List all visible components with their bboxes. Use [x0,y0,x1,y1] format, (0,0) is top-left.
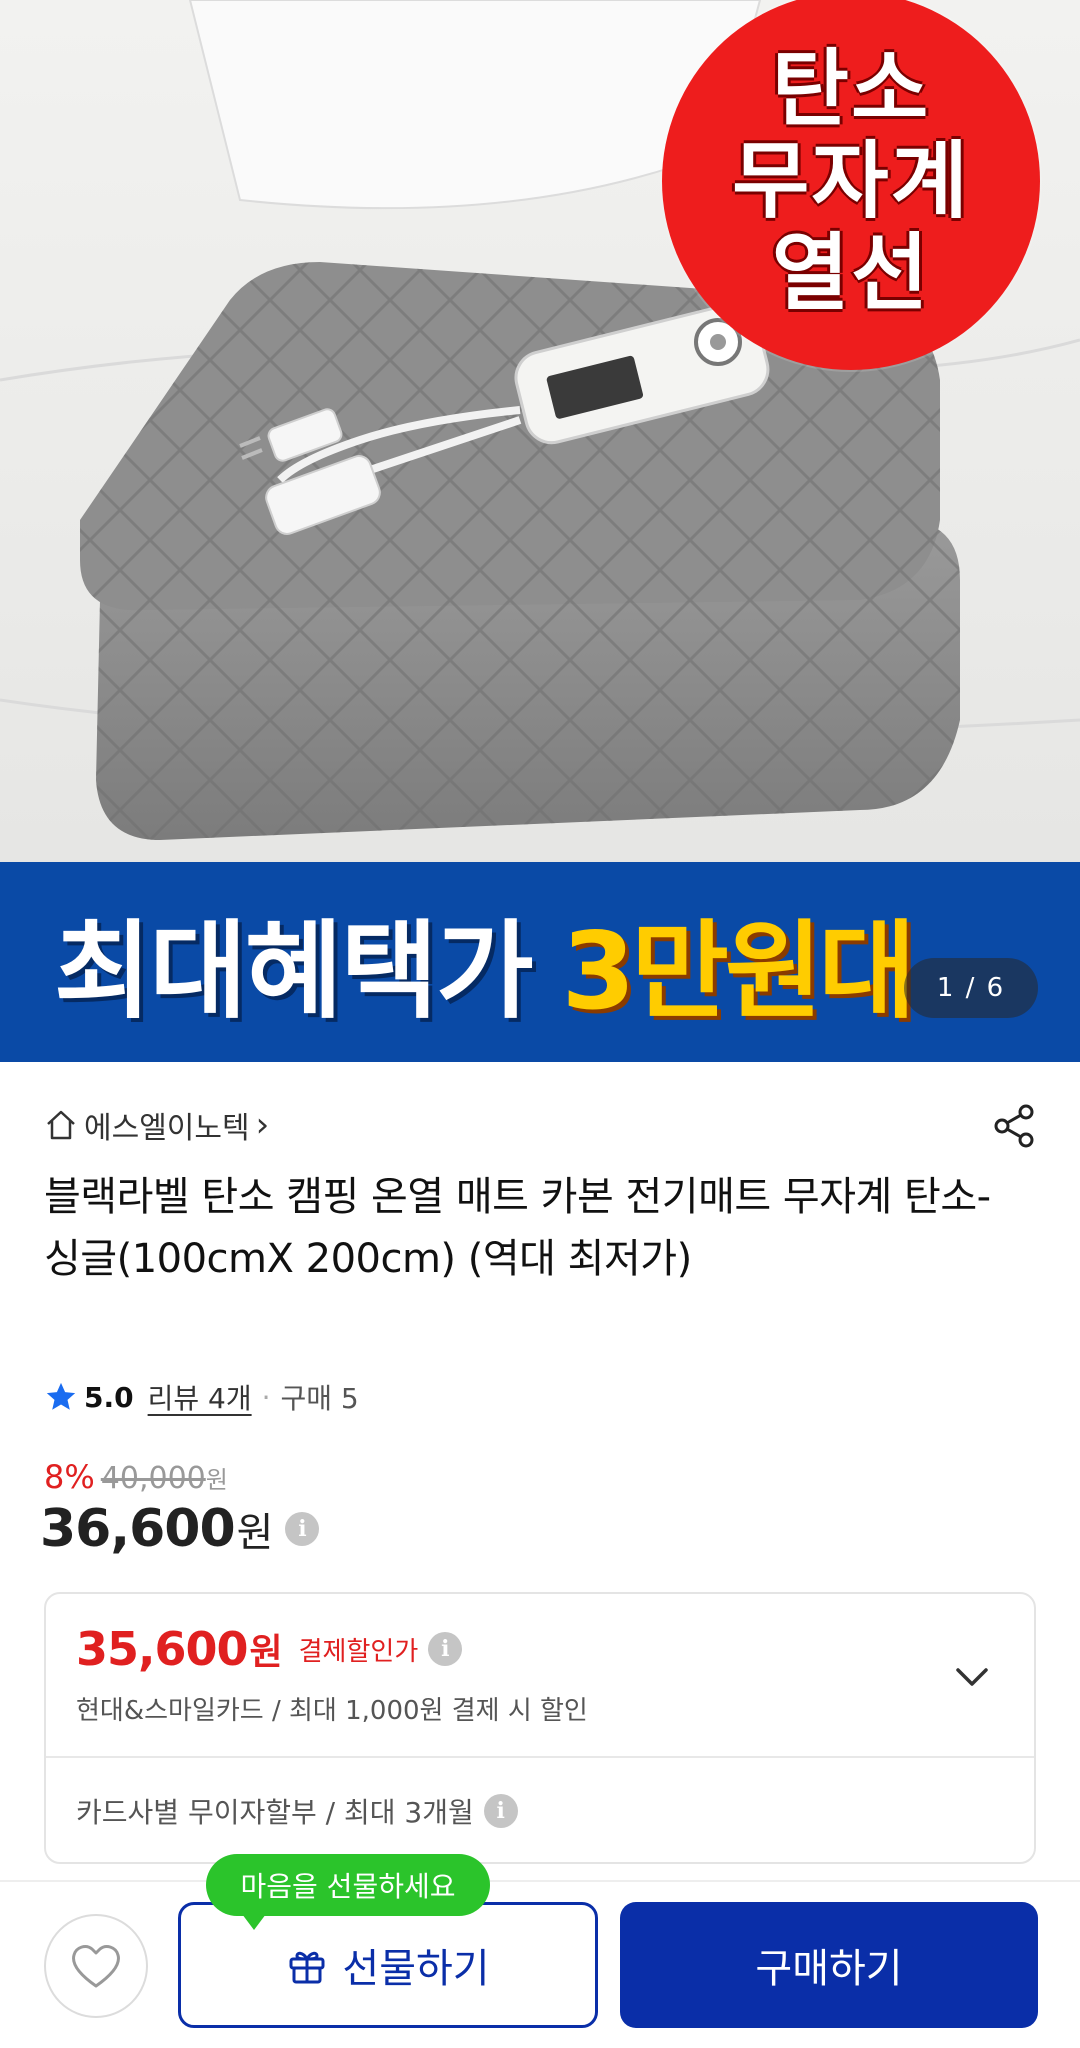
promo-banner-highlight: 3만원대 [561,910,916,1033]
info-icon[interactable]: i [483,1794,518,1828]
gift-button-label: 선물하기 [342,1946,490,1992]
wishlist-button[interactable] [44,1914,148,2018]
chevron-right-icon: › [255,1105,270,1145]
home-icon [47,1110,75,1140]
action-bar-divider [0,1880,1080,1882]
heart-icon [72,1945,120,1988]
promo-banner-text: 최대혜택가 [54,910,534,1033]
rating-row: 5.0 리뷰 4개 · 구매 5 [44,1374,359,1420]
product-title: 블랙라벨 탄소 캠핑 온열 매트 카본 전기매트 무자계 탄소-싱글(100cm… [44,1174,991,1282]
original-price-row: 8% 40,000 원 [44,1458,228,1498]
buy-button[interactable]: 구매하기 [620,1902,1038,2028]
gift-icon [289,1951,325,1984]
product-image-carousel[interactable]: 탄소 무자계 열선 최대혜택가 3만원대 1 / 6 [0,0,1080,1062]
installment-description: 카드사별 무이자할부 / 최대 3개월 [76,1796,474,1829]
info-icon[interactable]: i [428,1632,463,1666]
card-discount-description: 현대&스마일카드 / 최대 1,000원 결제 시 할인 [76,1696,588,1726]
share-button[interactable] [988,1100,1040,1152]
review-count-link[interactable]: 리뷰 4개 [148,1377,252,1417]
separator-dot: · [261,1380,271,1414]
original-price-unit: 원 [205,1466,228,1494]
promo-badge-line: 열선 [771,224,931,322]
payment-discount-label: 결제할인가 [298,1636,419,1667]
purchase-count: 구매 5 [280,1382,359,1415]
installment-section: 카드사별 무이자할부 / 최대 3개월 i [46,1758,1034,1864]
gift-button[interactable]: 선물하기 [178,1902,598,2028]
share-icon [994,1104,1034,1148]
info-icon[interactable]: i [285,1512,320,1546]
seller-row: 에스엘이노텍 › [44,1100,1040,1150]
rating-score: 5.0 [84,1380,134,1414]
carousel-page-indicator: 1 / 6 [904,958,1038,1018]
gift-tooltip: 마음을 선물하세요 [206,1854,490,1930]
chevron-down-icon[interactable] [950,1654,994,1698]
sale-price: 36,600 [40,1499,236,1559]
sale-price-row: 36,600 원 i [40,1494,320,1564]
payment-benefit-card: 35,600 원 결제할인가 i 현대&스마일카드 / 최대 1,000원 결제… [44,1592,1036,1864]
original-price: 40,000 [100,1461,206,1496]
payment-discount-section[interactable]: 35,600 원 결제할인가 i 현대&스마일카드 / 최대 1,000원 결제… [46,1594,1034,1758]
seller-store-link[interactable]: 에스엘이노텍 › [44,1103,269,1147]
promo-badge: 탄소 무자계 열선 [662,0,1040,370]
promo-badge-line: 탄소 [771,40,931,138]
seller-name: 에스엘이노텍 [84,1111,250,1146]
promo-badge-line: 무자계 [732,132,970,230]
discount-rate: 8% [44,1458,95,1496]
payment-discount-price: 35,600 [76,1622,249,1676]
payment-discount-unit: 원 [249,1632,283,1673]
star-icon [46,1382,76,1410]
sale-price-unit: 원 [236,1510,274,1556]
